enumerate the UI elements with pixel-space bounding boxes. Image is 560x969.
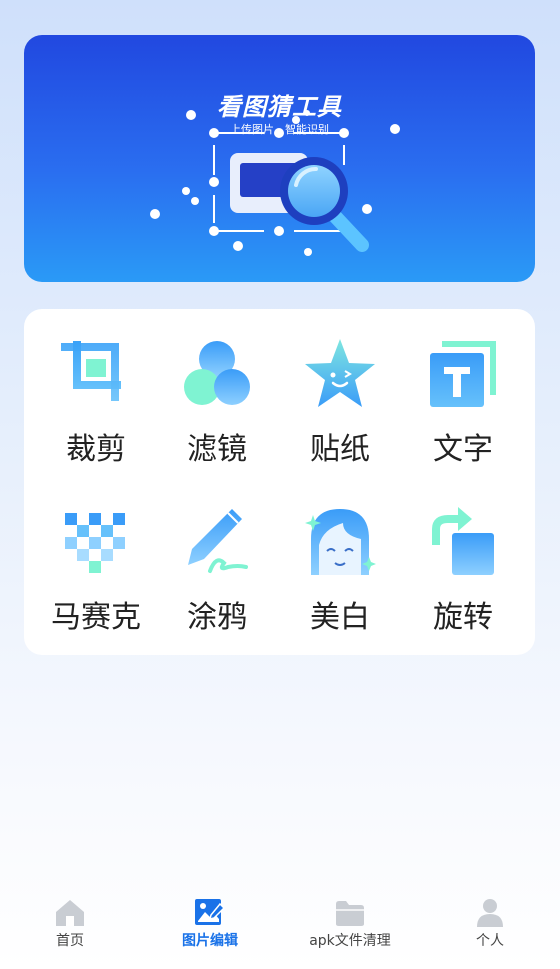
tool-sticker[interactable]: 贴纸 xyxy=(280,309,400,467)
tool-text[interactable]: 文字 xyxy=(403,309,523,467)
bottom-tab-bar: 首页 图片编辑 apk文件清理 个人 xyxy=(0,886,560,969)
user-icon xyxy=(477,899,503,927)
tab-label: 首页 xyxy=(56,933,84,949)
edit-tools-card: 裁剪 滤镜 贴纸 文字 马赛克 涂鸦 美白 旋转 xyxy=(24,309,535,655)
image-edit-icon xyxy=(195,899,226,925)
tab-label: apk文件清理 xyxy=(309,933,391,949)
banner-title: 看图猜工具 xyxy=(217,93,342,121)
home-icon xyxy=(56,900,84,926)
tool-whitening[interactable]: 美白 xyxy=(280,477,400,635)
tab-apk-cleanup[interactable]: apk文件清理 xyxy=(280,886,420,969)
whitening-icon xyxy=(305,509,376,575)
tool-label: 涂鸦 xyxy=(187,600,247,635)
tab-home[interactable]: 首页 xyxy=(0,886,140,969)
tab-profile[interactable]: 个人 xyxy=(420,886,560,969)
banner-subtitle: 上传图片，智能识别 xyxy=(230,123,329,136)
tool-label: 裁剪 xyxy=(66,432,126,467)
tool-label: 美白 xyxy=(310,600,370,635)
tool-mosaic[interactable]: 马赛克 xyxy=(36,477,156,635)
tab-label: 图片编辑 xyxy=(182,933,238,949)
tool-rotate[interactable]: 旋转 xyxy=(403,477,523,635)
filter-icon xyxy=(184,341,250,405)
tool-label: 贴纸 xyxy=(310,432,370,467)
tool-doodle[interactable]: 涂鸦 xyxy=(157,477,277,635)
tool-filter[interactable]: 滤镜 xyxy=(157,309,277,467)
image-recognition-illustration xyxy=(150,110,400,256)
mosaic-icon xyxy=(65,513,125,573)
tab-image-edit[interactable]: 图片编辑 xyxy=(140,886,280,969)
tool-label: 文字 xyxy=(433,432,493,467)
folder-icon xyxy=(336,901,364,926)
tool-crop[interactable]: 裁剪 xyxy=(36,309,156,467)
doodle-icon xyxy=(188,509,248,573)
promo-banner[interactable]: 看图猜工具 上传图片，智能识别 xyxy=(24,35,535,282)
text-icon xyxy=(430,341,496,407)
sticker-icon xyxy=(305,339,375,407)
tool-label: 旋转 xyxy=(433,600,493,635)
tool-label: 马赛克 xyxy=(51,600,141,635)
tab-label: 个人 xyxy=(476,933,504,949)
crop-icon xyxy=(61,341,121,401)
tool-label: 滤镜 xyxy=(187,432,247,467)
rotate-icon xyxy=(432,507,494,575)
